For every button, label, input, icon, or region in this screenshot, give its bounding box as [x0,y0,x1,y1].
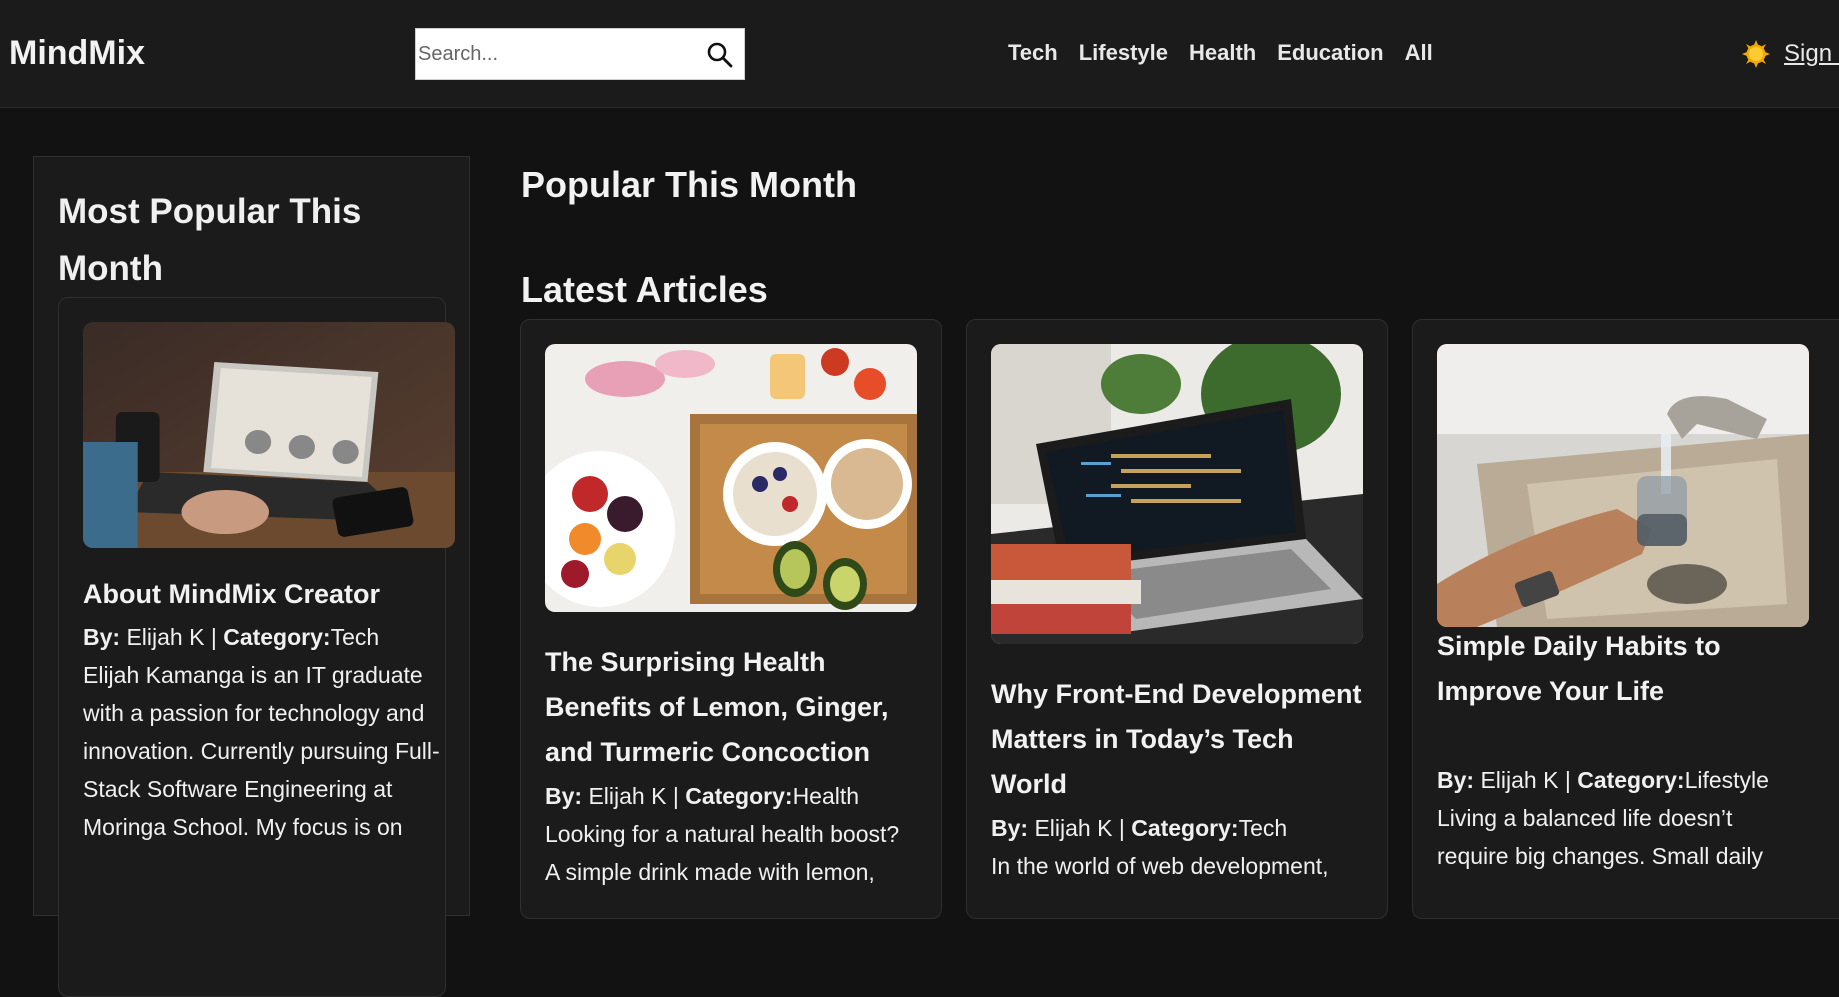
article-excerpt: Looking for a natural health boost? A si… [545,821,900,885]
category: Health [792,783,860,809]
category-label: Category: [223,624,331,650]
article-meta: By: Elijah K | Category:Lifestyle [1437,761,1809,799]
article-image [1437,344,1809,627]
author: Elijah K | [1474,767,1578,793]
nav-lifestyle[interactable]: Lifestyle [1079,40,1168,66]
article-image [991,344,1363,644]
main-nav: Tech Lifestyle Health Education All [1008,40,1454,70]
article-title[interactable]: About MindMix Creator [83,572,455,617]
popular-title: Popular This Month [521,164,857,205]
search-input[interactable] [418,29,698,79]
article-image [545,344,917,612]
by-label: By: [991,815,1029,841]
article-excerpt: In the world of web development, [991,853,1329,879]
sidebar-popular: Most Popular This Month About MindMix Cr… [33,156,470,997]
author: Elijah K | [120,624,224,650]
sidebar-title: Most Popular This Month [58,192,362,288]
category-label: Category: [1577,767,1685,793]
category: Tech [1238,815,1288,841]
nav-all[interactable]: All [1405,40,1433,66]
article-title[interactable]: Why Front-End Development Matters in Tod… [991,672,1363,807]
nav-education[interactable]: Education [1277,40,1383,66]
site-logo[interactable]: MindMix [9,34,145,73]
by-label: By: [1437,767,1475,793]
sun-icon[interactable] [1742,40,1770,68]
sign-in-link[interactable]: Sign In [1784,40,1839,68]
article-card-tech[interactable]: Why Front-End Development Matters in Tod… [966,319,1388,919]
by-label: By: [545,783,583,809]
category-label: Category: [1131,815,1239,841]
author: Elijah K | [1028,815,1132,841]
author: Elijah K | [582,783,686,809]
article-card-health[interactable]: The Surprising Health Benefits of Lemon,… [520,319,942,919]
search-icon[interactable] [706,41,734,69]
article-title[interactable]: The Surprising Health Benefits of Lemon,… [545,640,917,775]
article-title[interactable]: Simple Daily Habits to Improve Your Life [1437,624,1809,714]
by-label: By: [83,624,121,650]
article-meta: By: Elijah K | Category:Tech [991,809,1363,847]
search-box [415,28,745,80]
sidebar-article-card[interactable]: About MindMix Creator By: Elijah K | Cat… [58,297,455,997]
category: Tech [330,624,380,650]
site-header: MindMix Tech Lifestyle Health Education All [0,0,1839,108]
article-meta: By: Elijah K | Category:Tech [83,618,455,656]
article-card-lifestyle[interactable]: Simple Daily Habits to Improve Your Life… [1412,319,1839,919]
nav-tech[interactable]: Tech [1008,40,1058,66]
latest-title: Latest Articles [521,269,768,310]
category: Lifestyle [1684,767,1769,793]
nav-health[interactable]: Health [1189,40,1256,66]
article-meta: By: Elijah K | Category:Health [545,777,917,815]
article-image [83,322,455,548]
article-excerpt: Elijah Kamanga is an IT graduate with a … [83,662,440,840]
category-label: Category: [685,783,793,809]
